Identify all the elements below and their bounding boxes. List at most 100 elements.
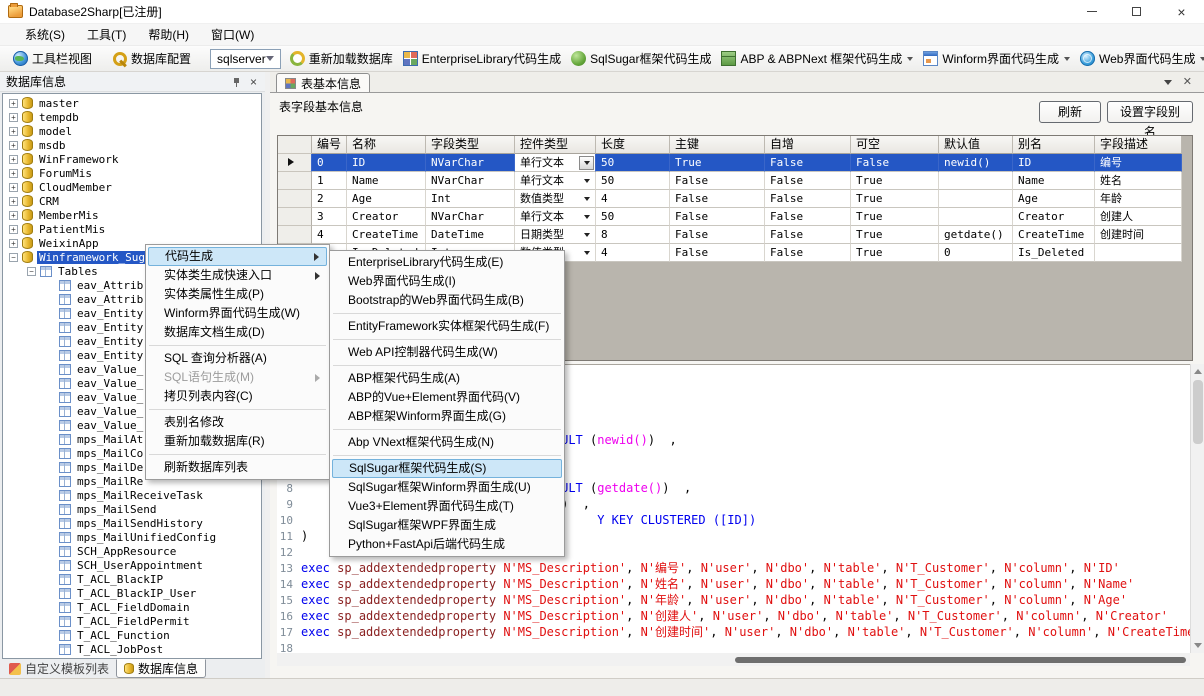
tree-item-mps_MailReceiveTask[interactable]: mps_MailReceiveTask bbox=[3, 488, 261, 502]
grid-cell[interactable]: 3 bbox=[312, 208, 347, 226]
grid-cell[interactable]: 4 bbox=[596, 190, 670, 208]
grid-cell[interactable]: False bbox=[670, 172, 765, 190]
submenu-item-Web API控制器代码生成(W)[interactable]: Web API控制器代码生成(W) bbox=[332, 343, 562, 362]
toolbar-button-reload-database[interactable]: 重新加载数据库 bbox=[285, 48, 398, 70]
tree-item-mps_MailSend[interactable]: mps_MailSend bbox=[3, 502, 261, 516]
database-type-combobox[interactable]: sqlserver bbox=[210, 49, 281, 69]
tree-item-T_ACL_BlackIP[interactable]: T_ACL_BlackIP bbox=[3, 572, 261, 586]
grid-cell[interactable]: CreateTime bbox=[347, 226, 426, 244]
grid-cell[interactable]: True bbox=[851, 244, 939, 262]
column-header-别名[interactable]: 别名 bbox=[1013, 136, 1095, 154]
table-row[interactable]: 1NameNVarChar单行文本50FalseFalseTrueName姓名 bbox=[278, 172, 1192, 190]
column-header-控件类型[interactable]: 控件类型 bbox=[515, 136, 596, 154]
grid-cell[interactable]: 年龄 bbox=[1095, 190, 1182, 208]
toolbar-button-abp-abpnext-codegen[interactable]: ABP & ABPNext 框架代码生成 bbox=[716, 48, 918, 70]
combo-dropdown-button[interactable] bbox=[579, 228, 594, 242]
menubar-item-1[interactable]: 工具(T) bbox=[76, 24, 137, 46]
tree-item-T_ACL_FieldDomain[interactable]: T_ACL_FieldDomain bbox=[3, 600, 261, 614]
context-menu-item-Winform界面代码生成(W)[interactable]: Winform界面代码生成(W) bbox=[148, 304, 327, 323]
combo-dropdown-button[interactable] bbox=[579, 192, 594, 206]
grid-cell[interactable]: Age bbox=[347, 190, 426, 208]
tree-item-CRM[interactable]: +CRM bbox=[3, 194, 261, 208]
grid-cell[interactable]: True bbox=[851, 172, 939, 190]
tree-expand-box[interactable]: − bbox=[27, 267, 36, 276]
refresh-button[interactable]: 刷新 bbox=[1039, 101, 1101, 123]
submenu-item-SqlSugar框架代码生成(S)[interactable]: SqlSugar框架代码生成(S) bbox=[332, 459, 562, 478]
tree-expand-box[interactable]: + bbox=[9, 211, 18, 220]
tree-item-CloudMember[interactable]: +CloudMember bbox=[3, 180, 261, 194]
column-header-编号[interactable]: 编号 bbox=[312, 136, 347, 154]
menubar-item-2[interactable]: 帮助(H) bbox=[137, 24, 200, 46]
grid-cell[interactable]: True bbox=[851, 190, 939, 208]
toolbar-button-winform-ui-codegen[interactable]: Winform界面代码生成 bbox=[918, 48, 1075, 70]
tree-item-WinFramework[interactable]: +WinFramework bbox=[3, 152, 261, 166]
grid-cell[interactable]: getdate() bbox=[939, 226, 1013, 244]
tree-item-msdb[interactable]: +msdb bbox=[3, 138, 261, 152]
row-header-cell[interactable] bbox=[278, 190, 312, 208]
submenu-item-ABP框架代码生成(A)[interactable]: ABP框架代码生成(A) bbox=[332, 369, 562, 388]
grid-cell[interactable]: True bbox=[851, 208, 939, 226]
grid-cell[interactable]: False bbox=[765, 226, 851, 244]
column-header-自增[interactable]: 自增 bbox=[765, 136, 851, 154]
context-menu-item-实体类属性生成(P)[interactable]: 实体类属性生成(P) bbox=[148, 285, 327, 304]
column-header-默认值[interactable]: 默认值 bbox=[939, 136, 1013, 154]
grid-cell[interactable]: Age bbox=[1013, 190, 1095, 208]
toolbar-button-web-ui-codegen[interactable]: Web界面代码生成 bbox=[1075, 48, 1204, 70]
minimize-button[interactable] bbox=[1069, 0, 1114, 24]
row-header-cell[interactable] bbox=[278, 172, 312, 190]
control-type-combo-cell[interactable]: 单行文本 bbox=[515, 208, 596, 226]
submenu-item-Abp VNext框架代码生成(N)[interactable]: Abp VNext框架代码生成(N) bbox=[332, 433, 562, 452]
table-row[interactable]: 0IDNVarChar单行文本50TrueFalseFalsenewid()ID… bbox=[278, 154, 1192, 172]
row-header-cell[interactable] bbox=[278, 208, 312, 226]
panel-close-icon[interactable]: × bbox=[250, 76, 257, 88]
submenu-item-ABP的Vue+Element界面代码(V)[interactable]: ABP的Vue+Element界面代码(V) bbox=[332, 388, 562, 407]
grid-cell[interactable]: 1 bbox=[312, 172, 347, 190]
tree-item-T_ACL_Function[interactable]: T_ACL_Function bbox=[3, 628, 261, 642]
grid-cell[interactable]: Is_Deleted bbox=[1013, 244, 1095, 262]
grid-cell[interactable]: ID bbox=[347, 154, 426, 172]
grid-cell[interactable]: Int bbox=[426, 190, 515, 208]
tree-item-tempdb[interactable]: +tempdb bbox=[3, 110, 261, 124]
submenu-item-Bootstrap的Web界面代码生成(B)[interactable]: Bootstrap的Web界面代码生成(B) bbox=[332, 291, 562, 310]
table-row[interactable]: 3CreatorNVarChar单行文本50FalseFalseTrueCrea… bbox=[278, 208, 1192, 226]
grid-cell[interactable]: Name bbox=[347, 172, 426, 190]
control-type-combo-cell[interactable]: 数值类型 bbox=[515, 190, 596, 208]
context-menu-item-拷贝列表内容(C)[interactable]: 拷贝列表内容(C) bbox=[148, 387, 327, 406]
grid-cell[interactable]: 50 bbox=[596, 154, 670, 172]
table-row[interactable]: 4CreateTimeDateTime日期类型8FalseFalseTruege… bbox=[278, 226, 1192, 244]
tree-item-MemberMis[interactable]: +MemberMis bbox=[3, 208, 261, 222]
tree-item-model[interactable]: +model bbox=[3, 124, 261, 138]
grid-cell[interactable]: 50 bbox=[596, 172, 670, 190]
column-header-主键[interactable]: 主键 bbox=[670, 136, 765, 154]
tab-close-icon[interactable]: ✕ bbox=[1183, 75, 1192, 89]
column-header-字段类型[interactable]: 字段类型 bbox=[426, 136, 515, 154]
vscroll-thumb[interactable] bbox=[1193, 380, 1203, 444]
grid-cell[interactable]: Creator bbox=[347, 208, 426, 226]
grid-cell[interactable]: 8 bbox=[596, 226, 670, 244]
menubar-item-0[interactable]: 系统(S) bbox=[14, 24, 76, 46]
tree-expand-box[interactable]: + bbox=[9, 169, 18, 178]
grid-cell[interactable] bbox=[939, 172, 1013, 190]
grid-cell[interactable]: False bbox=[765, 208, 851, 226]
grid-cell[interactable]: newid() bbox=[939, 154, 1013, 172]
grid-cell[interactable]: 编号 bbox=[1095, 154, 1182, 172]
grid-cell[interactable]: False bbox=[765, 154, 851, 172]
tree-expand-box[interactable]: + bbox=[9, 99, 18, 108]
grid-cell[interactable] bbox=[939, 208, 1013, 226]
tree-expand-box[interactable]: + bbox=[9, 183, 18, 192]
context-menu-item-实体类生成快速入口[interactable]: 实体类生成快速入口 bbox=[148, 266, 327, 285]
combo-dropdown-button[interactable] bbox=[579, 174, 594, 188]
grid-cell[interactable]: Name bbox=[1013, 172, 1095, 190]
tab-list-dropdown-icon[interactable] bbox=[1164, 80, 1172, 85]
submenu-item-EnterpriseLibrary代码生成(E)[interactable]: EnterpriseLibrary代码生成(E) bbox=[332, 253, 562, 272]
close-button[interactable]: × bbox=[1159, 0, 1204, 24]
grid-cell[interactable]: False bbox=[765, 172, 851, 190]
grid-cell[interactable]: CreateTime bbox=[1013, 226, 1095, 244]
context-menu-item-数据库文档生成(D)[interactable]: 数据库文档生成(D) bbox=[148, 323, 327, 342]
tree-item-T_ACL_BlackIP_User[interactable]: T_ACL_BlackIP_User bbox=[3, 586, 261, 600]
grid-cell[interactable]: False bbox=[765, 190, 851, 208]
grid-cell[interactable]: NVarChar bbox=[426, 154, 515, 172]
scroll-down-icon[interactable] bbox=[1194, 643, 1202, 648]
toolbar-button-db-config[interactable]: 数据库配置 bbox=[107, 48, 196, 70]
tree-item-T_ACL_FieldPermit[interactable]: T_ACL_FieldPermit bbox=[3, 614, 261, 628]
